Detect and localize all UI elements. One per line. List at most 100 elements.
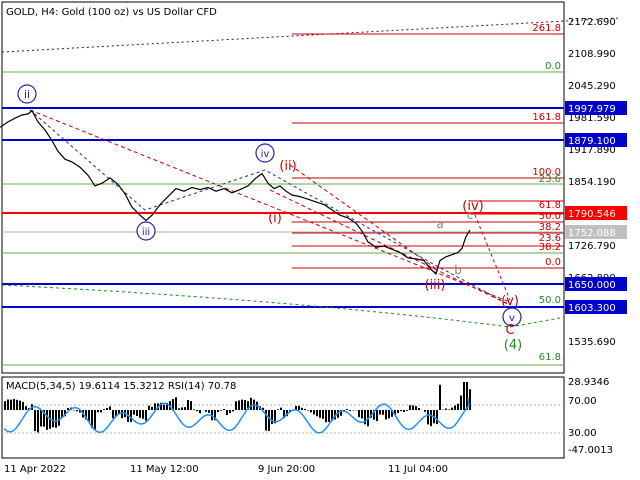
macd-bar bbox=[298, 405, 300, 410]
macd-bar bbox=[7, 399, 9, 410]
macd-bar bbox=[76, 410, 78, 412]
macd-bar bbox=[325, 410, 327, 423]
fib-label-0: 0.0 bbox=[545, 61, 561, 72]
macd-bar bbox=[415, 406, 417, 410]
price-axis: 2172.690 2108.990 2045.290 1981.590 1917… bbox=[568, 17, 616, 348]
macd-bar bbox=[388, 410, 390, 419]
macd-bar bbox=[109, 406, 111, 410]
level-tag: 1752.088 bbox=[568, 228, 616, 239]
price-tick: 1854.190 bbox=[568, 177, 616, 188]
chart-canvas[interactable]: GOLD, H4: Gold (100 oz) vs US Dollar CFD… bbox=[0, 0, 640, 480]
macd-bar bbox=[226, 410, 228, 416]
macd-bar bbox=[178, 408, 180, 410]
macd-bar bbox=[97, 410, 99, 413]
macd-bar bbox=[229, 410, 231, 414]
fib-label-1618: 161.8 bbox=[532, 112, 561, 123]
macd-bar bbox=[199, 410, 201, 414]
macd-bar bbox=[310, 410, 312, 413]
macd-bar bbox=[307, 410, 309, 411]
macd-bar bbox=[37, 410, 39, 433]
level-tag: 1997.979 bbox=[568, 104, 616, 115]
macd-bar bbox=[121, 410, 123, 419]
macd-bar bbox=[241, 399, 243, 410]
macd-bar bbox=[244, 400, 246, 410]
macd-bar bbox=[448, 409, 450, 410]
price-pane[interactable] bbox=[1, 1, 565, 374]
macd-bar bbox=[412, 405, 414, 410]
fib-label-382b: 38.2 bbox=[539, 222, 561, 233]
macd-bar bbox=[205, 410, 207, 412]
macd-bar bbox=[232, 410, 234, 412]
macd-bar bbox=[130, 410, 132, 423]
macd-bar bbox=[217, 410, 219, 412]
price-tick: 1535.690 bbox=[568, 337, 616, 348]
macd-bar bbox=[94, 410, 96, 430]
macd-bar bbox=[361, 410, 363, 419]
time-label: 9 Jun 20:00 bbox=[258, 464, 315, 475]
macd-bar bbox=[22, 401, 24, 410]
macd-bar bbox=[103, 409, 105, 410]
wave-ii-red-label: (ii) bbox=[279, 159, 296, 174]
macd-bar bbox=[25, 406, 27, 410]
macd-bar bbox=[139, 410, 141, 418]
level-tag: 1650.000 bbox=[568, 280, 616, 291]
macd-bar bbox=[196, 410, 198, 412]
macd-bar bbox=[88, 410, 90, 422]
macd-bar bbox=[460, 395, 462, 410]
macd-bar bbox=[106, 408, 108, 410]
macd-bar bbox=[52, 410, 54, 428]
macd-bar bbox=[67, 408, 69, 410]
macd-bar bbox=[469, 389, 471, 410]
macd-bar bbox=[133, 410, 135, 415]
macd-bar bbox=[427, 410, 429, 425]
indicator-tick: 28.9346 bbox=[568, 377, 609, 388]
price-tick: 2172.690 bbox=[568, 17, 616, 28]
price-tick: 1726.790 bbox=[568, 241, 616, 252]
macd-bar bbox=[151, 406, 153, 410]
macd-bar bbox=[223, 408, 225, 410]
macd-bar bbox=[175, 397, 177, 410]
wave-iv-label: iv bbox=[261, 149, 270, 160]
macd-bar bbox=[184, 407, 186, 410]
fib-label-618b: 61.8 bbox=[539, 200, 561, 211]
macd-bar bbox=[328, 410, 330, 422]
macd-bar bbox=[301, 407, 303, 410]
wave-v-red-label: (v) bbox=[501, 294, 519, 309]
macd-bar bbox=[376, 410, 378, 422]
fib-label-2618: 261.8 bbox=[532, 23, 561, 34]
macd-bar bbox=[220, 410, 222, 411]
macd-bar bbox=[40, 410, 42, 427]
time-label: 11 Jul 04:00 bbox=[388, 464, 448, 475]
macd-bar bbox=[187, 400, 189, 410]
wave-iii-red-label: (iii) bbox=[425, 278, 446, 293]
macd-bar bbox=[403, 410, 405, 412]
macd-bar bbox=[358, 410, 360, 418]
macd-bar bbox=[136, 410, 138, 417]
macd-bar bbox=[400, 410, 402, 412]
macd-bar bbox=[46, 410, 48, 430]
macd-bar bbox=[208, 410, 210, 413]
macd-bar bbox=[142, 410, 144, 419]
indicator-title: MACD(5,34,5) 19.6114 15.3212 RSI(14) 70.… bbox=[6, 381, 236, 392]
macd-bar bbox=[181, 407, 183, 410]
level-tag: 1603.300 bbox=[568, 303, 616, 314]
wave-ii-label: ii bbox=[24, 88, 30, 101]
price-tick: 2108.990 bbox=[568, 49, 616, 60]
macd-bar bbox=[406, 410, 408, 411]
macd-bar bbox=[457, 403, 459, 410]
macd-bar bbox=[58, 410, 60, 426]
macd-bar bbox=[463, 382, 465, 410]
level-tag: 1879.100 bbox=[568, 136, 616, 147]
level-tag: 1790.546 bbox=[568, 209, 616, 220]
macd-bar bbox=[397, 410, 399, 413]
time-label: 11 May 12:00 bbox=[130, 464, 199, 475]
fib-label-618: 61.8 bbox=[539, 352, 561, 363]
chart-title: GOLD, H4: Gold (100 oz) vs US Dollar CFD bbox=[6, 7, 217, 18]
wave-iii-label: iii bbox=[142, 227, 150, 238]
macd-bar bbox=[250, 397, 252, 410]
macd-bar bbox=[238, 400, 240, 410]
macd-bar bbox=[55, 410, 57, 428]
wave-a-label: a bbox=[436, 217, 443, 231]
macd-bar bbox=[277, 409, 279, 410]
macd-bar bbox=[349, 410, 351, 411]
